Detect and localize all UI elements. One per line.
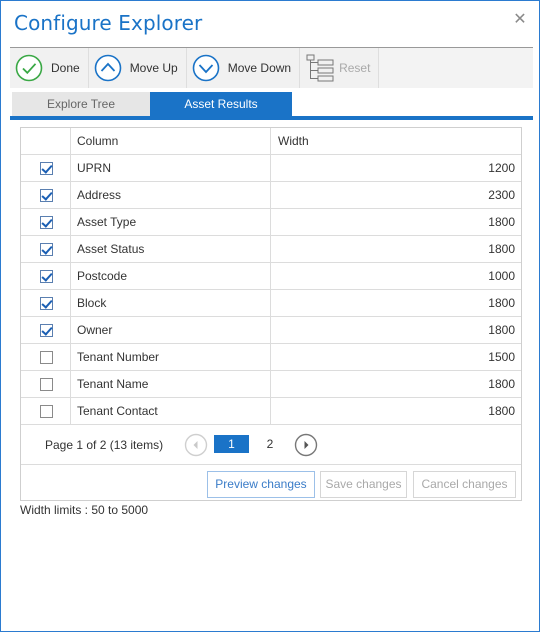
tab-underline (10, 116, 533, 120)
row-check-cell (21, 344, 71, 370)
table-row[interactable]: Address 2300 (21, 182, 521, 209)
cancel-changes-button[interactable]: Cancel changes (413, 471, 516, 498)
row-width-value[interactable]: 1000 (271, 263, 521, 289)
table-row[interactable]: Owner 1800 (21, 317, 521, 344)
row-column-name: UPRN (71, 155, 271, 181)
move-down-label: Move Down (227, 61, 292, 75)
grid-actions: Preview changes Save changes Cancel chan… (21, 466, 521, 501)
chevron-down-circle-icon (192, 54, 220, 82)
row-checkbox[interactable] (40, 297, 53, 310)
save-changes-button[interactable]: Save changes (320, 471, 407, 498)
row-column-name: Address (71, 182, 271, 208)
row-width-value[interactable]: 1200 (271, 155, 521, 181)
table-row[interactable]: Block 1800 (21, 290, 521, 317)
done-label: Done (51, 61, 80, 75)
row-width-value[interactable]: 1800 (271, 398, 521, 424)
prev-page-icon[interactable] (184, 433, 208, 457)
table-row[interactable]: Asset Status 1800 (21, 236, 521, 263)
row-check-cell (21, 398, 71, 424)
row-checkbox[interactable] (40, 162, 53, 175)
row-check-cell (21, 182, 71, 208)
row-checkbox[interactable] (40, 189, 53, 202)
row-width-value[interactable]: 1800 (271, 317, 521, 343)
table-row[interactable]: Tenant Name 1800 (21, 371, 521, 398)
row-check-cell (21, 290, 71, 316)
tab-strip: Explore Tree Asset Results (12, 92, 292, 116)
row-width-value[interactable]: 2300 (271, 182, 521, 208)
header-width: Width (278, 134, 309, 148)
width-limits-text: Width limits : 50 to 5000 (20, 503, 149, 517)
chevron-up-circle-icon (94, 54, 121, 82)
row-column-name: Postcode (71, 263, 271, 289)
row-check-cell (21, 263, 71, 289)
row-checkbox[interactable] (40, 216, 53, 229)
row-checkbox[interactable] (40, 405, 53, 418)
row-width-value[interactable]: 1500 (271, 344, 521, 370)
configure-explorer-dialog: Configure Explorer ✕ Done Move Up Move D… (0, 0, 540, 632)
row-column-name: Asset Status (71, 236, 271, 262)
move-down-button[interactable]: Move Down (186, 48, 301, 88)
row-width-value[interactable]: 1800 (271, 290, 521, 316)
row-check-cell (21, 209, 71, 235)
row-column-name: Asset Type (71, 209, 271, 235)
row-width-value[interactable]: 1800 (271, 209, 521, 235)
preview-changes-button[interactable]: Preview changes (207, 471, 315, 498)
grid-header-row: Column Width (21, 128, 521, 155)
table-row[interactable]: Tenant Contact 1800 (21, 398, 521, 425)
row-column-name: Tenant Contact (71, 398, 271, 424)
dialog-title: Configure Explorer (14, 11, 203, 35)
header-column: Column (71, 128, 271, 154)
row-checkbox[interactable] (40, 270, 53, 283)
row-checkbox[interactable] (40, 378, 53, 391)
done-button[interactable]: Done (10, 48, 89, 88)
row-width-value[interactable]: 1800 (271, 371, 521, 397)
table-row[interactable]: UPRN 1200 (21, 155, 521, 182)
tab-explore-tree[interactable]: Explore Tree (12, 92, 150, 116)
move-up-button[interactable]: Move Up (88, 48, 187, 88)
check-circle-icon (15, 54, 43, 82)
tree-list-icon (306, 54, 334, 82)
row-column-name: Tenant Number (71, 344, 271, 370)
reset-label: Reset (339, 61, 371, 75)
move-up-label: Move Up (129, 61, 178, 75)
row-checkbox[interactable] (40, 324, 53, 337)
table-row[interactable]: Postcode 1000 (21, 263, 521, 290)
row-check-cell (21, 317, 71, 343)
table-row[interactable]: Tenant Number 1500 (21, 344, 521, 371)
row-check-cell (21, 155, 71, 181)
tab-asset-results[interactable]: Asset Results (150, 92, 292, 116)
columns-grid: Column Width UPRN 1200 Address 2300 Asset Ty… (20, 127, 522, 501)
toolbar: Done Move Up Move Down Reset (10, 47, 533, 88)
row-checkbox[interactable] (40, 243, 53, 256)
header-check-cell (21, 128, 71, 154)
next-page-icon[interactable] (294, 433, 318, 457)
pager: Page 1 of 2 (13 items) 1 2 (21, 425, 521, 465)
row-column-name: Owner (71, 317, 271, 343)
row-check-cell (21, 371, 71, 397)
page-2-button[interactable]: 2 (261, 435, 279, 453)
row-width-value[interactable]: 1800 (271, 236, 521, 262)
reset-button[interactable]: Reset (300, 48, 380, 88)
page-1-button[interactable]: 1 (214, 435, 249, 453)
row-check-cell (21, 236, 71, 262)
table-row[interactable]: Asset Type 1800 (21, 209, 521, 236)
row-checkbox[interactable] (40, 351, 53, 364)
row-column-name: Tenant Name (71, 371, 271, 397)
pager-info: Page 1 of 2 (13 items) (45, 438, 164, 452)
row-column-name: Block (71, 290, 271, 316)
close-icon[interactable]: ✕ (513, 12, 527, 28)
